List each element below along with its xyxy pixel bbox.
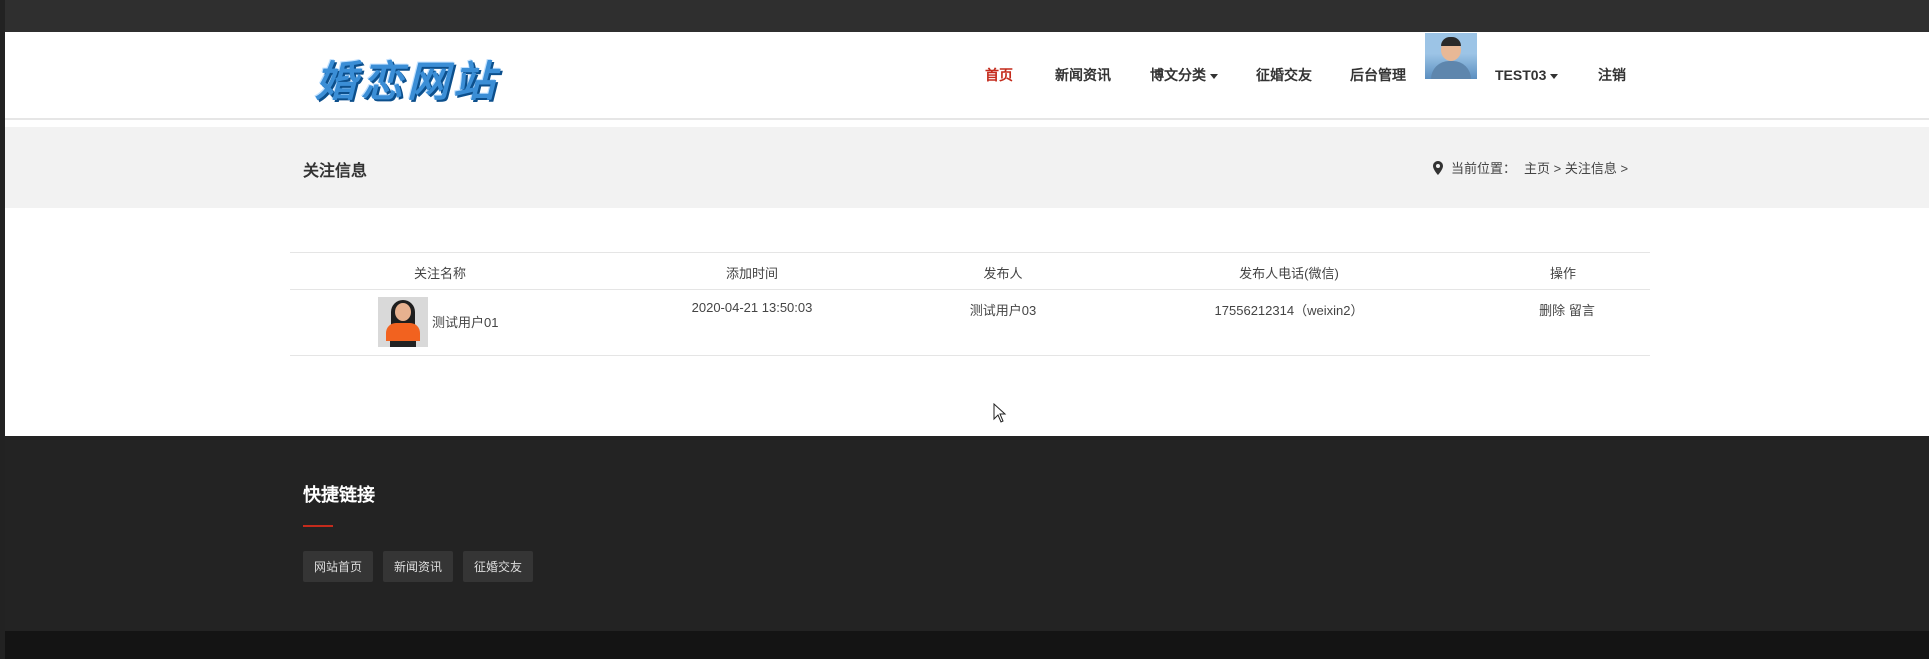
- breadcrumb-path[interactable]: 主页 > 关注信息 >: [1524, 158, 1628, 177]
- table-header: 关注名称 添加时间 发布人 发布人电话(微信) 操作: [290, 252, 1650, 290]
- username: TEST03: [1495, 67, 1547, 83]
- logout-link[interactable]: 注销: [1598, 65, 1626, 85]
- nav-blog-category[interactable]: 博文分类: [1150, 65, 1218, 85]
- user-menu[interactable]: TEST03: [1495, 67, 1559, 83]
- nav-admin[interactable]: 后台管理: [1350, 65, 1406, 85]
- add-time-value: 2020-04-21 13:50:03: [691, 300, 813, 315]
- phone-value: 17556212314（weixin2）: [1214, 303, 1364, 318]
- row-actions: 删除 留言: [1539, 300, 1595, 319]
- col-publisher-phone: 发布人电话(微信): [1239, 266, 1339, 281]
- followed-user[interactable]: 测试用户01: [378, 297, 498, 347]
- nav-home[interactable]: 首页: [985, 65, 1013, 85]
- footer-link-home[interactable]: 网站首页: [303, 551, 374, 582]
- site-header: 婚恋网站 首页 新闻资讯 博文分类 征婚交友 后台管理 TEST03 注销: [5, 32, 1929, 120]
- col-publisher: 发布人: [983, 266, 1023, 281]
- footer-divider: [303, 525, 333, 527]
- main-nav: 首页 新闻资讯 博文分类 征婚交友 后台管理 TEST03 注销: [5, 32, 1929, 118]
- breadcrumb-label: 当前位置：: [1451, 161, 1517, 176]
- table-row: 测试用户01 2020-04-21 13:50:03 测试用户03 175562…: [290, 290, 1650, 356]
- page-banner: 关注信息 当前位置： 主页 > 关注信息 >: [5, 127, 1929, 208]
- thumb-body: [386, 323, 420, 341]
- delete-link[interactable]: 删除: [1539, 303, 1565, 318]
- footer-link-news[interactable]: 新闻资讯: [383, 551, 454, 582]
- user-avatar[interactable]: [1425, 33, 1477, 79]
- col-actions: 操作: [1549, 266, 1577, 281]
- col-add-time: 添加时间: [725, 266, 779, 281]
- breadcrumb: 当前位置： 主页 > 关注信息 >: [1433, 158, 1628, 177]
- footer-links: 网站首页 新闻资讯 征婚交友: [303, 551, 534, 582]
- footer-title: 快捷链接: [303, 485, 375, 505]
- followed-user-name[interactable]: 测试用户01: [432, 312, 498, 331]
- avatar-hair: [1441, 37, 1461, 46]
- mouse-cursor-icon: [993, 403, 1007, 423]
- col-follow-name: 关注名称: [413, 266, 467, 281]
- follow-table: 关注名称 添加时间 发布人 发布人电话(微信) 操作 测试用户01 2020-0…: [290, 252, 1650, 356]
- user-thumbnail[interactable]: [378, 297, 428, 347]
- nav-blog-category-label: 博文分类: [1150, 67, 1206, 83]
- nav-news[interactable]: 新闻资讯: [1055, 65, 1111, 85]
- publisher-value[interactable]: 测试用户03: [970, 300, 1036, 319]
- footer-bottom-bar: [5, 631, 1929, 659]
- chevron-down-icon: [1210, 73, 1218, 79]
- browser-top-bar: [0, 0, 1929, 32]
- message-link[interactable]: 留言: [1569, 303, 1595, 318]
- thumb-legs: [390, 341, 416, 347]
- location-pin-icon: [1433, 160, 1443, 175]
- nav-matchmaking[interactable]: 征婚交友: [1256, 65, 1312, 85]
- page-title: 关注信息: [303, 163, 368, 180]
- chevron-down-icon: [1550, 73, 1559, 79]
- thumb-head: [395, 303, 411, 321]
- avatar-shirt: [1431, 61, 1471, 79]
- site-footer: 快捷链接 网站首页 新闻资讯 征婚交友: [5, 436, 1929, 631]
- footer-link-matchmaking[interactable]: 征婚交友: [463, 551, 534, 582]
